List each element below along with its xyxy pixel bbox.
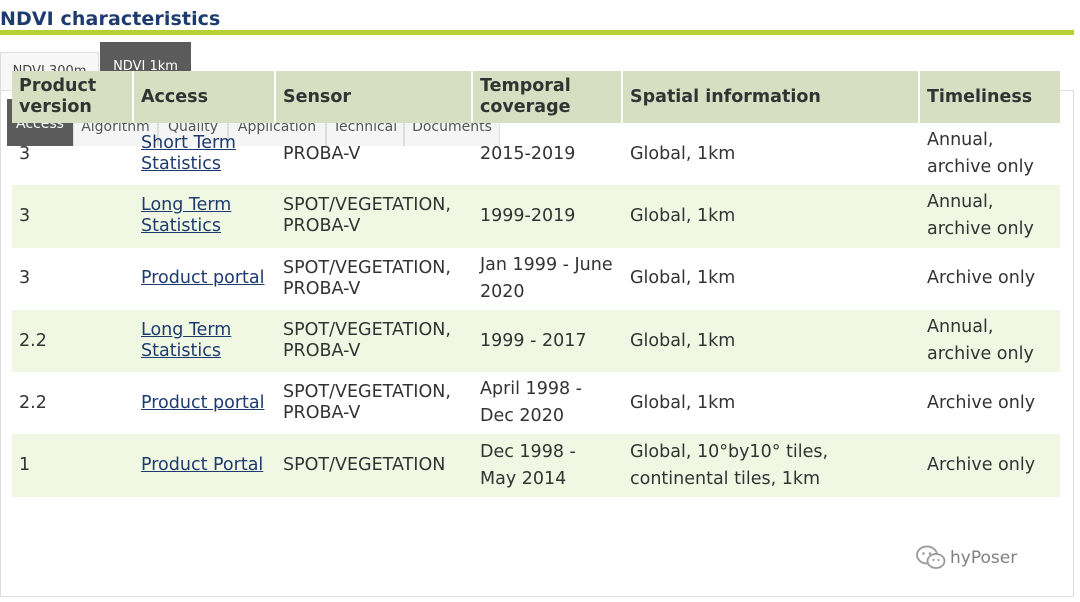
cell-timeliness: Archive only xyxy=(920,434,1060,497)
cell-spatial: Global, 1km xyxy=(630,268,736,289)
cell-timeliness: Annual, archive only xyxy=(927,317,1034,365)
cell-version: 2.2 xyxy=(12,309,134,373)
cell-sensor: PROBA-V xyxy=(283,143,361,164)
cell-temporal: 1999 - 2017 xyxy=(473,309,623,373)
header-spatial-information: Spatial information xyxy=(623,71,920,123)
watermark: hyPoser xyxy=(916,540,1056,576)
cell-version: 2.2 xyxy=(19,392,47,413)
title-underline xyxy=(0,30,1074,35)
cell-version: 1 xyxy=(12,434,134,497)
cell-spatial: Global, 1km xyxy=(623,309,920,373)
cell-sensor: SPOT/VEGETATION, PROBA-V xyxy=(283,257,451,299)
cell-timeliness: Annual, archive only xyxy=(927,192,1034,240)
chat-bubble-icon xyxy=(916,545,946,569)
cell-version: 3 xyxy=(19,143,31,164)
access-link[interactable]: Product portal xyxy=(141,268,264,288)
table-row: 1 Product Portal SPOT/VEGETATION Dec 199… xyxy=(12,434,1060,497)
access-link[interactable]: Product Portal xyxy=(141,455,263,475)
cell-timeliness: Archive only xyxy=(927,268,1036,289)
table-row: 2.2 Long Term Statistics SPOT/VEGETATION… xyxy=(12,309,1060,373)
cell-timeliness: Archive only xyxy=(927,392,1036,413)
header-product-version: Product version xyxy=(12,71,134,123)
access-link[interactable]: Short Term Statistics xyxy=(141,133,236,174)
header-timeliness: Timeliness xyxy=(920,71,1060,123)
page-title: NDVI characteristics xyxy=(0,8,221,30)
cell-spatial: Global, 1km xyxy=(630,143,736,164)
cell-sensor: SPOT/VEGETATION xyxy=(276,434,473,497)
cell-timeliness: Annual, archive only xyxy=(927,130,1034,178)
cell-temporal: April 1998 - Dec 2020 xyxy=(480,379,582,427)
cell-temporal: Jan 1999 - June 2020 xyxy=(480,254,613,302)
cell-spatial: Global, 10°by10° tiles, continental tile… xyxy=(630,441,829,489)
cell-sensor: SPOT/VEGETATION, PROBA-V xyxy=(276,309,473,373)
access-table: Product version Access Sensor Temporal c… xyxy=(12,71,1060,497)
cell-temporal: 1999-2019 xyxy=(473,185,623,248)
table-row: 3 Long Term Statistics SPOT/VEGETATION, … xyxy=(12,185,1060,248)
table-row: 3 Short Term Statistics PROBA-V 2015-201… xyxy=(12,123,1060,185)
cell-temporal: Dec 1998 - May 2014 xyxy=(480,441,576,489)
cell-spatial: Global, 1km xyxy=(630,392,736,413)
access-link[interactable]: Long Term Statistics xyxy=(141,320,231,361)
access-link[interactable]: Product portal xyxy=(141,393,264,413)
cell-sensor: SPOT/VEGETATION, PROBA-V xyxy=(276,185,473,248)
header-access: Access xyxy=(134,71,276,123)
access-link[interactable]: Long Term Statistics xyxy=(141,195,231,236)
table-row: 2.2 Product portal SPOT/VEGETATION, PROB… xyxy=(12,372,1060,434)
header-temporal-coverage: Temporal coverage xyxy=(473,71,623,123)
cell-temporal: 2015-2019 xyxy=(480,143,576,164)
header-sensor: Sensor xyxy=(276,71,473,123)
table-row: 3 Product portal SPOT/VEGETATION, PROBA-… xyxy=(12,248,1060,310)
cell-spatial: Global, 1km xyxy=(623,185,920,248)
watermark-text: hyPoser xyxy=(950,548,1018,568)
cell-version: 3 xyxy=(19,268,31,289)
table-header-row: Product version Access Sensor Temporal c… xyxy=(12,71,1060,123)
cell-sensor: SPOT/VEGETATION, PROBA-V xyxy=(283,382,451,424)
cell-version: 3 xyxy=(12,185,134,248)
